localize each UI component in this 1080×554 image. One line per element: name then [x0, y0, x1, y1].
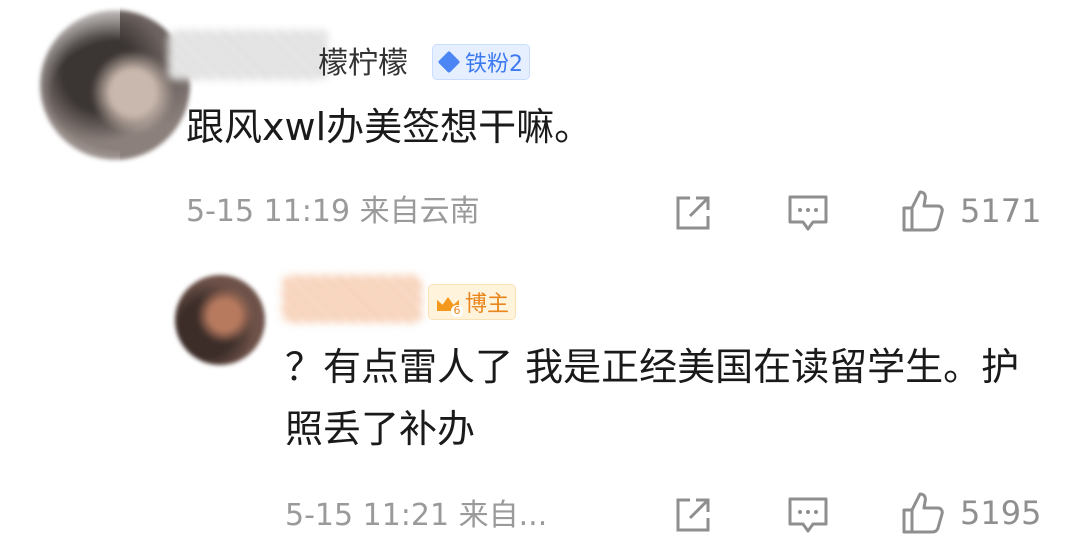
fan-badge[interactable]: 铁粉2 [432, 44, 530, 80]
fan-badge-label: 铁粉2 [465, 52, 523, 77]
share-button[interactable] [672, 192, 714, 234]
avatar-fade [0, 0, 120, 190]
like-icon [902, 190, 944, 232]
comment-meta: 5-15 11:19 来自云南 [186, 192, 480, 232]
share-icon [676, 498, 710, 532]
diamond-icon [437, 50, 461, 74]
comment-time: 5-15 11:21 [285, 498, 450, 533]
comment-icon [788, 195, 828, 231]
like-count: 5171 [960, 192, 1042, 230]
comment-location: 来自云南 [359, 194, 480, 229]
host-badge-label: 博主 [465, 292, 510, 317]
username-redacted[interactable] [168, 30, 328, 80]
share-button[interactable] [672, 494, 714, 536]
comment-icon [788, 497, 828, 533]
host-badge[interactable]: 6 博主 [428, 284, 517, 320]
share-icon [676, 196, 710, 230]
like-count: 5195 [960, 494, 1042, 532]
username-suffix[interactable]: 檬柠檬 [318, 44, 408, 84]
username-redacted[interactable] [282, 275, 422, 323]
comment-location: 来自... [458, 498, 548, 533]
reply-button[interactable] [786, 494, 830, 536]
comment-meta: 5-15 11:21 来自... [285, 496, 547, 536]
comment-time: 5-15 11:19 [186, 194, 351, 229]
like-button[interactable]: 5171 [900, 188, 1041, 234]
avatar[interactable] [175, 275, 265, 365]
comment-text: 跟风xwl办美签想干嘛。 [186, 105, 593, 149]
like-button[interactable]: 5195 [900, 490, 1041, 536]
comment-text: ？有点雷人了 我是正经美国在读留学生。护照丢了补办 [285, 345, 1020, 451]
crown-level: 6 [451, 305, 463, 317]
like-icon [902, 492, 944, 534]
reply-button[interactable] [786, 192, 830, 234]
crown-icon: 6 [435, 291, 463, 317]
